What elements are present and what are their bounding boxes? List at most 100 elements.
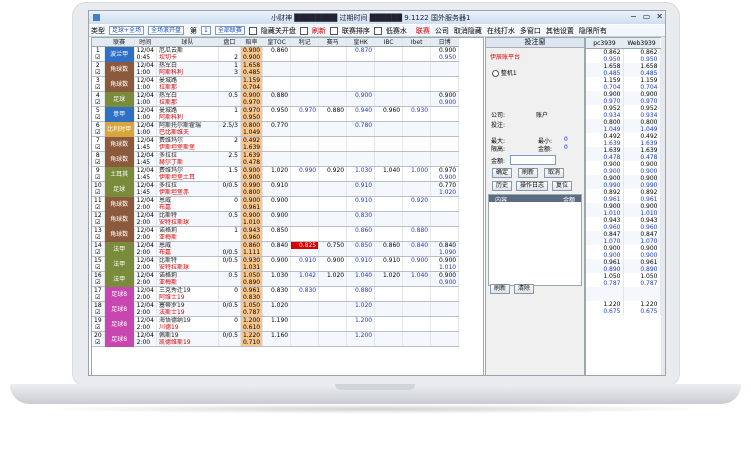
odds-cell[interactable] [374, 211, 404, 219]
odds-cell[interactable] [346, 189, 376, 197]
provider-pc-odds[interactable]: 0.900 [586, 245, 624, 252]
odds-cell[interactable] [290, 151, 320, 159]
odds-cell[interactable] [262, 54, 292, 62]
table-row[interactable]: ☑ 1:45 伊斯坦堡土耳 0.900 0.900 [92, 174, 460, 182]
odds-cell[interactable] [290, 181, 320, 189]
odds-cell[interactable] [290, 204, 320, 212]
provider-row[interactable]: 1.639 1.639 [586, 140, 661, 147]
provider-row[interactable]: 0.990 0.990 [586, 182, 661, 189]
sort-select[interactable]: 全场滚开盘 [148, 26, 185, 35]
table-row[interactable]: 4 足球 12/04 热军白 0.5 0.900 0.880 0.900 0.900 [92, 91, 460, 107]
odds-cell[interactable] [262, 174, 292, 182]
odds-cell[interactable]: 0.830 [346, 211, 376, 219]
odds-cell[interactable] [318, 99, 348, 107]
table-row[interactable]: 11 角球数 12/04 恩威 0 0.900 0.900 0.910 0.920 [92, 196, 460, 212]
provider-pc-odds[interactable]: 0.800 [586, 119, 624, 126]
odds-cell[interactable]: 0.910 [290, 256, 320, 264]
odds-cell[interactable] [318, 226, 348, 234]
odds-cell[interactable] [318, 84, 348, 92]
odds-cell[interactable] [374, 294, 404, 302]
odds-cell[interactable] [290, 211, 320, 219]
list-refresh-button[interactable]: 刷新 [490, 284, 511, 294]
away-team[interactable]: 伊斯坦堡赤 [156, 189, 219, 197]
odds-cell[interactable] [430, 69, 460, 77]
provider-pc-odds[interactable]: 1.010 [586, 210, 624, 217]
odds-cell[interactable] [374, 189, 404, 197]
odds-cell[interactable]: 0.840 [430, 241, 460, 249]
odds-cell[interactable]: 0.900 [430, 174, 460, 182]
column-header[interactable]: 利记 [290, 38, 320, 47]
column-header[interactable]: 时间 [134, 38, 157, 47]
home-team[interactable]: 比斯特 [156, 256, 219, 264]
row-checkbox[interactable]: ☑ [92, 324, 105, 332]
provider-web-odds[interactable]: 0.900 [623, 175, 661, 182]
provider-pc-odds[interactable]: 0.890 [586, 266, 624, 273]
row-checkbox[interactable]: ☑ [92, 159, 105, 167]
odds-cell[interactable] [346, 99, 376, 107]
odds-cell[interactable]: 1.090 [430, 249, 460, 257]
table-row[interactable]: ☑ 1:45 伊斯坦堡赤 0.800 1.020 [92, 189, 460, 197]
odds-cell[interactable] [374, 174, 404, 182]
odds-cell[interactable] [374, 339, 404, 347]
odds-cell[interactable] [430, 114, 460, 122]
provider-row[interactable]: 0.960 0.960 [586, 224, 661, 231]
table-row[interactable]: 16 法甲 12/04 诺格莉 0.5 1.050 1.030 1.042 1.020 1.040… [92, 271, 460, 287]
odds-cell[interactable] [290, 324, 320, 332]
table-row[interactable]: ☑ 1:00 拉斯那 0.970 0.900 [92, 99, 460, 107]
table-row[interactable]: 2 角球数 12/04 热军白 1 1.658 [92, 61, 460, 77]
provider-web-odds[interactable]: 0.890 [623, 266, 661, 273]
odds-cell[interactable] [318, 316, 348, 324]
row-checkbox[interactable]: ☑ [92, 129, 105, 137]
provider-pc-odds[interactable]: 1.639 [586, 147, 624, 154]
column-header[interactable]: 日博 [430, 38, 460, 47]
odds-cell[interactable] [430, 226, 460, 234]
row-checkbox[interactable]: ☑ [92, 99, 105, 107]
odds-cell[interactable] [262, 189, 292, 197]
away-team[interactable]: 伊斯坦堡斯堡 [156, 144, 219, 152]
away-team[interactable]: 布嘉 [156, 204, 219, 212]
odds-cell[interactable] [318, 61, 348, 69]
odds-cell[interactable] [262, 129, 292, 137]
odds-cell[interactable] [430, 84, 460, 92]
odds-cell[interactable] [402, 211, 432, 219]
odds-cell[interactable] [346, 76, 376, 84]
odds-cell[interactable] [430, 234, 460, 242]
odds-cell[interactable] [290, 249, 320, 257]
odds-cell[interactable] [318, 136, 348, 144]
row-checkbox[interactable]: ☑ [92, 174, 105, 182]
away-team[interactable]: 安特拉斯球 [156, 264, 219, 272]
odds-cell[interactable] [402, 174, 432, 182]
odds-cell[interactable]: 0.900 [318, 256, 348, 264]
provider-row[interactable]: 0.704 0.704 [586, 84, 661, 91]
provider-row[interactable]: 0.900 0.900 [586, 161, 661, 168]
list-clear-button[interactable]: 清除 [514, 284, 535, 294]
odds-cell[interactable] [402, 54, 432, 62]
odds-cell[interactable]: 1.042 [290, 271, 320, 279]
odds-cell[interactable] [374, 69, 404, 77]
provider-row[interactable] [586, 294, 661, 301]
table-row[interactable]: ☑ 1:00 阿斯科利 3 0.485 [92, 69, 460, 77]
odds-cell[interactable] [402, 61, 432, 69]
provider-row[interactable]: 0.675 0.675 [586, 308, 661, 315]
best-odds[interactable]: 1.050 [240, 271, 264, 279]
odds-cell[interactable] [374, 234, 404, 242]
odds-cell[interactable] [430, 331, 460, 339]
table-row[interactable]: ☑ 2:00 阿维士19 0.830 [92, 294, 460, 302]
provider-row[interactable]: 0.890 0.890 [586, 266, 661, 273]
odds-cell[interactable] [402, 99, 432, 107]
best-odds-2[interactable]: 0.830 [240, 294, 264, 302]
best-odds-2[interactable]: 0.704 [240, 84, 264, 92]
column-header[interactable]: 赔率 [240, 38, 264, 47]
provider-pc-odds[interactable]: 1.050 [586, 273, 624, 280]
odds-cell[interactable]: 0.830 [262, 286, 292, 294]
row-checkbox[interactable]: ☑ [92, 219, 105, 227]
page-select[interactable]: 1 [201, 26, 211, 35]
odds-sort-checkbox[interactable] [329, 26, 338, 35]
best-odds-2[interactable]: 0.787 [240, 309, 264, 317]
row-checkbox[interactable]: ☑ [92, 114, 105, 122]
odds-cell[interactable]: 1.020 [262, 301, 292, 309]
odds-cell[interactable] [402, 234, 432, 242]
odds-cell[interactable] [290, 174, 320, 182]
provider-row[interactable]: 1.220 1.220 [586, 301, 661, 308]
amount-input[interactable] [510, 155, 556, 165]
